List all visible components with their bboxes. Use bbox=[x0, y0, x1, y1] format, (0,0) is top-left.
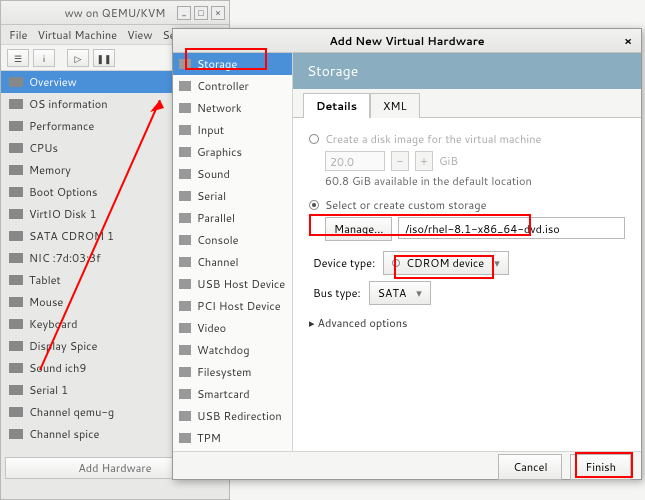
main-title: ww on QEMU/KVM bbox=[65, 5, 166, 21]
sidebar-usbredir[interactable]: USB Redirection bbox=[173, 405, 292, 427]
sidebar-pcihost[interactable]: PCI Host Device bbox=[173, 295, 292, 317]
bus-type-label: Bus type: bbox=[313, 285, 361, 301]
sidebar-filesystem[interactable]: Filesystem bbox=[173, 361, 292, 383]
sidebar-network[interactable]: Network bbox=[173, 97, 292, 119]
dialog-header: Storage bbox=[293, 53, 641, 89]
sidebar-parallel[interactable]: Parallel bbox=[173, 207, 292, 229]
device-type-label: Device type: bbox=[313, 255, 375, 271]
main-titlebar: ww on QEMU/KVM _ □ × bbox=[1, 1, 229, 25]
storage-path-input[interactable]: /iso/rhel-8.1-x86_64-dvd.iso bbox=[398, 217, 625, 239]
run-icon[interactable]: ▷ bbox=[67, 49, 89, 67]
sidebar-rng[interactable]: RNG bbox=[173, 449, 292, 451]
bus-type-combo[interactable]: SATA bbox=[369, 281, 431, 305]
sidebar-graphics[interactable]: Graphics bbox=[173, 141, 292, 163]
finish-button[interactable]: Finish bbox=[570, 454, 631, 480]
console-icon[interactable]: ☰ bbox=[7, 49, 29, 67]
advanced-options[interactable]: Advanced options bbox=[309, 315, 625, 331]
dialog-sidebar: Storage Controller Network Input Graphic… bbox=[173, 53, 293, 451]
sidebar-controller[interactable]: Controller bbox=[173, 75, 292, 97]
sidebar-channel[interactable]: Channel bbox=[173, 251, 292, 273]
sidebar-storage[interactable]: Storage bbox=[173, 53, 292, 75]
maximize-icon[interactable]: □ bbox=[194, 6, 208, 20]
menu-view[interactable]: View bbox=[127, 27, 152, 43]
dialog-titlebar: Add New Virtual Hardware × bbox=[173, 29, 641, 53]
device-type-combo[interactable]: CDROM device bbox=[383, 251, 509, 275]
size-plus: + bbox=[415, 151, 433, 171]
sidebar-video[interactable]: Video bbox=[173, 317, 292, 339]
size-unit: GiB bbox=[439, 153, 458, 169]
menu-vm[interactable]: Virtual Machine bbox=[37, 27, 117, 43]
sidebar-console[interactable]: Console bbox=[173, 229, 292, 251]
pause-icon[interactable]: ❚❚ bbox=[93, 49, 115, 67]
menu-file[interactable]: File bbox=[9, 27, 27, 43]
manage-button[interactable]: Manage... bbox=[325, 217, 392, 241]
cancel-button[interactable]: Cancel bbox=[498, 454, 562, 480]
sidebar-serial[interactable]: Serial bbox=[173, 185, 292, 207]
sidebar-smartcard[interactable]: Smartcard bbox=[173, 383, 292, 405]
details-icon[interactable]: i bbox=[33, 49, 55, 67]
radio-create-image: Create a disk image for the virtual mach… bbox=[309, 131, 625, 147]
size-minus: − bbox=[391, 151, 409, 171]
size-input: 20.0 bbox=[325, 151, 385, 171]
tab-xml[interactable]: XML bbox=[370, 93, 420, 118]
radio-custom-storage[interactable]: Select or create custom storage bbox=[309, 197, 625, 213]
sidebar-input[interactable]: Input bbox=[173, 119, 292, 141]
dialog-close-icon[interactable]: × bbox=[621, 34, 635, 48]
tab-details[interactable]: Details bbox=[303, 93, 370, 118]
sidebar-usbhost[interactable]: USB Host Device bbox=[173, 273, 292, 295]
sidebar-tpm[interactable]: TPM bbox=[173, 427, 292, 449]
dialog-title: Add New Virtual Hardware bbox=[329, 33, 484, 49]
add-hardware-dialog: Add New Virtual Hardware × Storage Contr… bbox=[172, 28, 642, 480]
minimize-icon[interactable]: _ bbox=[177, 6, 191, 20]
available-text: 60.8 GiB available in the default locati… bbox=[325, 173, 625, 189]
sidebar-watchdog[interactable]: Watchdog bbox=[173, 339, 292, 361]
close-icon[interactable]: × bbox=[211, 6, 225, 20]
sidebar-sound[interactable]: Sound bbox=[173, 163, 292, 185]
